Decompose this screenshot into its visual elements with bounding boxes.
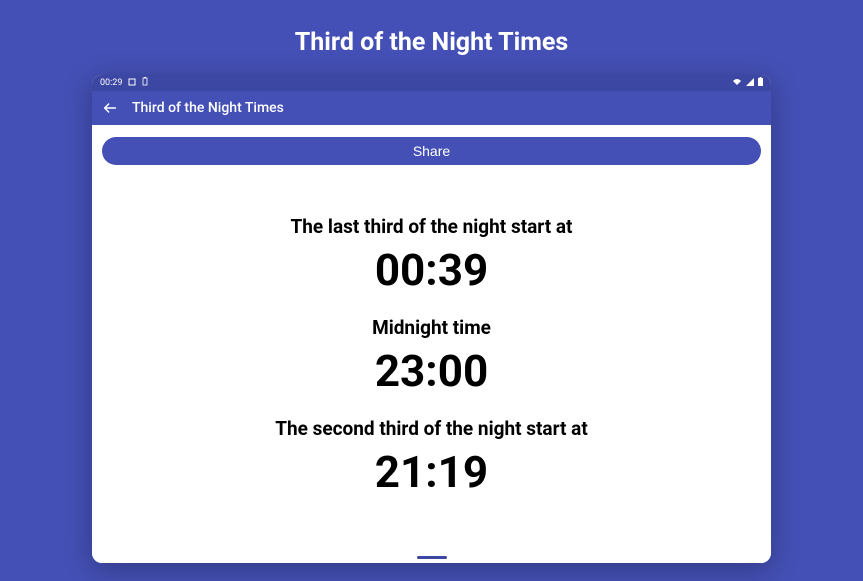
app-bar-title: Third of the Night Times [132,100,284,116]
signal-icon [746,78,754,89]
time-block-second-third: The second third of the night start at 2… [275,417,588,494]
status-clock: 00:29 [100,78,122,88]
status-right [732,77,763,89]
tablet-frame: 00:29 Third of th [92,75,771,563]
battery-small-icon [142,77,148,89]
app-indicator-icon [128,78,136,89]
time-label: The second third of the night start at [275,417,588,440]
time-value: 00:39 [375,248,488,292]
time-block-last-third: The last third of the night start at 00:… [291,215,573,292]
time-value: 21:19 [375,450,488,494]
back-arrow-icon[interactable] [102,100,118,116]
battery-icon [758,77,763,89]
status-left: 00:29 [100,77,148,89]
wifi-icon [732,78,742,89]
time-block-midnight: Midnight time 23:00 [372,316,491,393]
home-indicator[interactable] [417,556,447,559]
content-area: Share The last third of the night start … [92,125,771,563]
app-bar: Third of the Night Times [92,91,771,125]
share-button[interactable]: Share [102,137,761,165]
time-label: The last third of the night start at [291,215,573,238]
page-heading: Third of the Night Times [295,28,568,57]
time-value: 23:00 [375,349,488,393]
time-label: Midnight time [372,316,491,339]
times-container: The last third of the night start at 00:… [102,165,761,563]
status-bar: 00:29 [92,75,771,91]
